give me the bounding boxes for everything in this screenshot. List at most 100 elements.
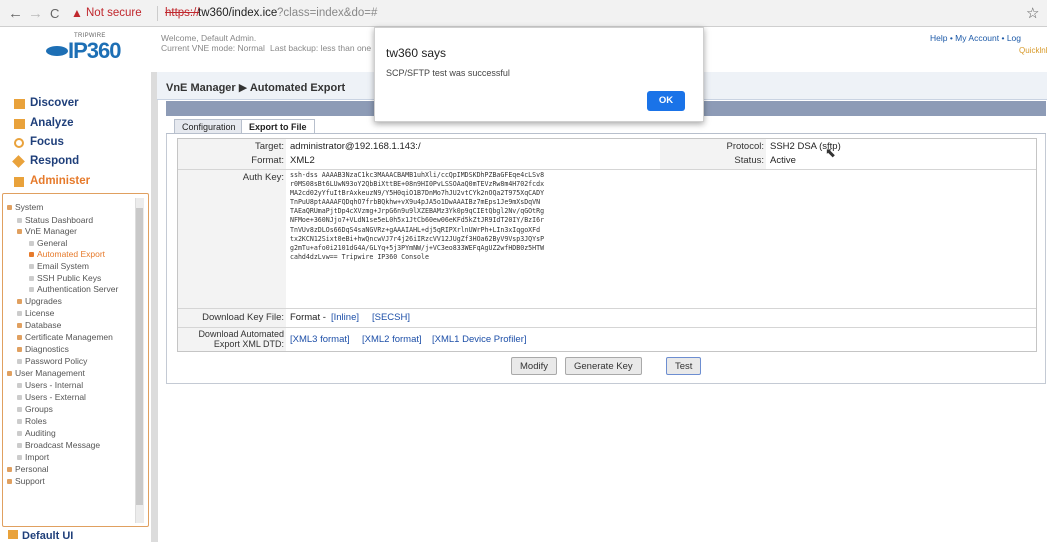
leaf-icon bbox=[29, 264, 34, 270]
download-key-format: Format - bbox=[290, 312, 326, 323]
tree-item-user-management[interactable]: User Management bbox=[7, 368, 85, 378]
reload-icon[interactable]: C bbox=[50, 6, 59, 21]
breadcrumb: VnE Manager ▶ Automated Export bbox=[166, 82, 346, 94]
download-key-secsh-link[interactable]: [SECSH] bbox=[372, 312, 410, 323]
url-scheme[interactable]: https:// bbox=[165, 7, 200, 19]
tree-item-auditing[interactable]: Auditing bbox=[17, 428, 56, 438]
dtd-label-line1: Download Automated bbox=[198, 329, 284, 339]
sidebar-item-administer[interactable]: Administer bbox=[30, 175, 90, 187]
tree-item-certificate-management[interactable]: Certificate Managemen bbox=[17, 332, 113, 342]
label-cell-bg bbox=[178, 170, 286, 308]
folder-icon bbox=[17, 229, 22, 235]
status-value: Active bbox=[770, 155, 796, 166]
back-icon[interactable]: ← bbox=[8, 5, 23, 22]
tab-configuration[interactable]: Configuration bbox=[174, 119, 244, 134]
leaf-icon bbox=[29, 276, 34, 282]
leaf-icon bbox=[17, 311, 22, 317]
format-label: Format: bbox=[251, 155, 284, 166]
tree-item-license[interactable]: License bbox=[17, 308, 54, 318]
folder-icon bbox=[17, 347, 22, 353]
security-label[interactable]: Not secure bbox=[86, 7, 142, 19]
sidebar-item-focus[interactable]: Focus bbox=[30, 136, 64, 148]
url-host-path[interactable]: tw360/index.ice bbox=[198, 7, 277, 19]
tree-item-general[interactable]: General bbox=[29, 238, 67, 248]
tree-item-automated-export[interactable]: Automated Export bbox=[29, 249, 105, 259]
default-ui-link[interactable]: Default UI bbox=[22, 530, 73, 542]
dialog-message: SCP/SFTP test was successful bbox=[386, 68, 510, 78]
warning-icon: ▲ bbox=[71, 6, 83, 20]
leaf-icon bbox=[17, 407, 22, 413]
leaf-icon bbox=[29, 241, 34, 247]
leaf-icon bbox=[17, 395, 22, 401]
dialog-ok-button[interactable]: OK bbox=[647, 91, 685, 111]
tree-item-database[interactable]: Database bbox=[17, 320, 61, 330]
tree-item-users-internal[interactable]: Users - Internal bbox=[17, 380, 83, 390]
test-button[interactable]: Test bbox=[666, 357, 702, 375]
folder-icon bbox=[17, 323, 22, 329]
tree-item-status-dashboard[interactable]: Status Dashboard bbox=[17, 215, 93, 225]
tree-item-authentication-server[interactable]: Authentication Server bbox=[29, 284, 118, 294]
tree-item-import[interactable]: Import bbox=[17, 452, 49, 462]
auth-key-label: Auth Key: bbox=[242, 172, 284, 183]
folder-icon bbox=[7, 371, 12, 377]
modify-button[interactable]: Modify bbox=[511, 357, 557, 375]
url-query[interactable]: ?class=index&do=# bbox=[277, 7, 377, 19]
dtd-xml3-link[interactable]: [XML3 format] bbox=[290, 334, 350, 345]
dtd-xml2-link[interactable]: [XML2 format] bbox=[362, 334, 422, 345]
tree-item-groups[interactable]: Groups bbox=[17, 404, 53, 414]
bookmark-star-icon[interactable]: ☆ bbox=[1026, 4, 1039, 22]
tree-item-ssh-public-keys[interactable]: SSH Public Keys bbox=[29, 273, 101, 283]
row-divider bbox=[178, 169, 1036, 170]
row-divider bbox=[178, 308, 1036, 309]
last-backup-text: Last backup: less than one bbox=[270, 43, 372, 53]
leaf-icon bbox=[17, 443, 22, 449]
url-separator bbox=[157, 6, 158, 21]
leaf-icon bbox=[17, 419, 22, 425]
focus-icon bbox=[14, 138, 24, 148]
tree-item-broadcast-message[interactable]: Broadcast Message bbox=[17, 440, 100, 450]
tree-item-personal[interactable]: Personal bbox=[7, 464, 49, 474]
admin-tree: System Status Dashboard VnE Manager Gene… bbox=[2, 193, 149, 527]
administer-icon bbox=[14, 177, 24, 187]
tree-item-roles[interactable]: Roles bbox=[17, 416, 47, 426]
download-key-label: Download Key File: bbox=[202, 312, 284, 323]
status-label: Status: bbox=[734, 155, 764, 166]
folder-icon bbox=[17, 299, 22, 305]
tree-item-users-external[interactable]: Users - External bbox=[17, 392, 86, 402]
auth-key-value: ssh-dss AAAAB3NzaC1kc3MAAACBAMB1uhXli/cc… bbox=[290, 171, 545, 261]
leaf-icon bbox=[17, 455, 22, 461]
folder-icon bbox=[7, 205, 12, 211]
sidebar-item-respond[interactable]: Respond bbox=[30, 155, 79, 167]
sidebar-item-discover[interactable]: Discover bbox=[30, 97, 79, 109]
tree-scrollbar-thumb[interactable] bbox=[136, 208, 143, 505]
row-divider bbox=[178, 327, 1036, 328]
leaf-icon bbox=[17, 218, 22, 224]
generate-key-button[interactable]: Generate Key bbox=[565, 357, 642, 375]
dtd-label-line2: Export XML DTD: bbox=[213, 339, 284, 349]
logo[interactable]: IP360 bbox=[68, 38, 121, 64]
dtd-xml1-link[interactable]: [XML1 Device Profiler] bbox=[432, 334, 527, 345]
protocol-label: Protocol: bbox=[726, 141, 765, 152]
vne-mode-text: Current VNE mode: Normal bbox=[161, 43, 265, 53]
leaf-icon bbox=[29, 287, 34, 293]
tree-item-support[interactable]: Support bbox=[7, 476, 45, 486]
tree-item-system[interactable]: System bbox=[7, 202, 43, 212]
tree-item-password-policy[interactable]: Password Policy bbox=[17, 356, 87, 366]
target-value: administrator@192.168.1.143:/ bbox=[290, 141, 421, 152]
download-key-inline-link[interactable]: [Inline] bbox=[331, 312, 359, 323]
target-label: Target: bbox=[254, 141, 284, 152]
tree-item-upgrades[interactable]: Upgrades bbox=[17, 296, 62, 306]
tree-item-diagnostics[interactable]: Diagnostics bbox=[17, 344, 69, 354]
dialog-title: tw360 says bbox=[386, 46, 447, 60]
quicklink[interactable]: Quicklnl bbox=[1019, 46, 1047, 55]
folder-icon bbox=[17, 335, 22, 341]
sidebar-splitter[interactable] bbox=[151, 72, 158, 542]
sidebar-item-analyze[interactable]: Analyze bbox=[30, 117, 73, 129]
header-links[interactable]: Help • My Account • Log bbox=[930, 33, 1021, 43]
forward-icon[interactable]: → bbox=[28, 5, 43, 22]
tree-item-email-system[interactable]: Email System bbox=[29, 261, 89, 271]
discover-icon bbox=[14, 99, 25, 109]
welcome-text: Welcome, Default Admin. bbox=[161, 33, 257, 43]
analyze-icon bbox=[14, 119, 25, 129]
tree-item-vne-manager[interactable]: VnE Manager bbox=[17, 226, 77, 236]
